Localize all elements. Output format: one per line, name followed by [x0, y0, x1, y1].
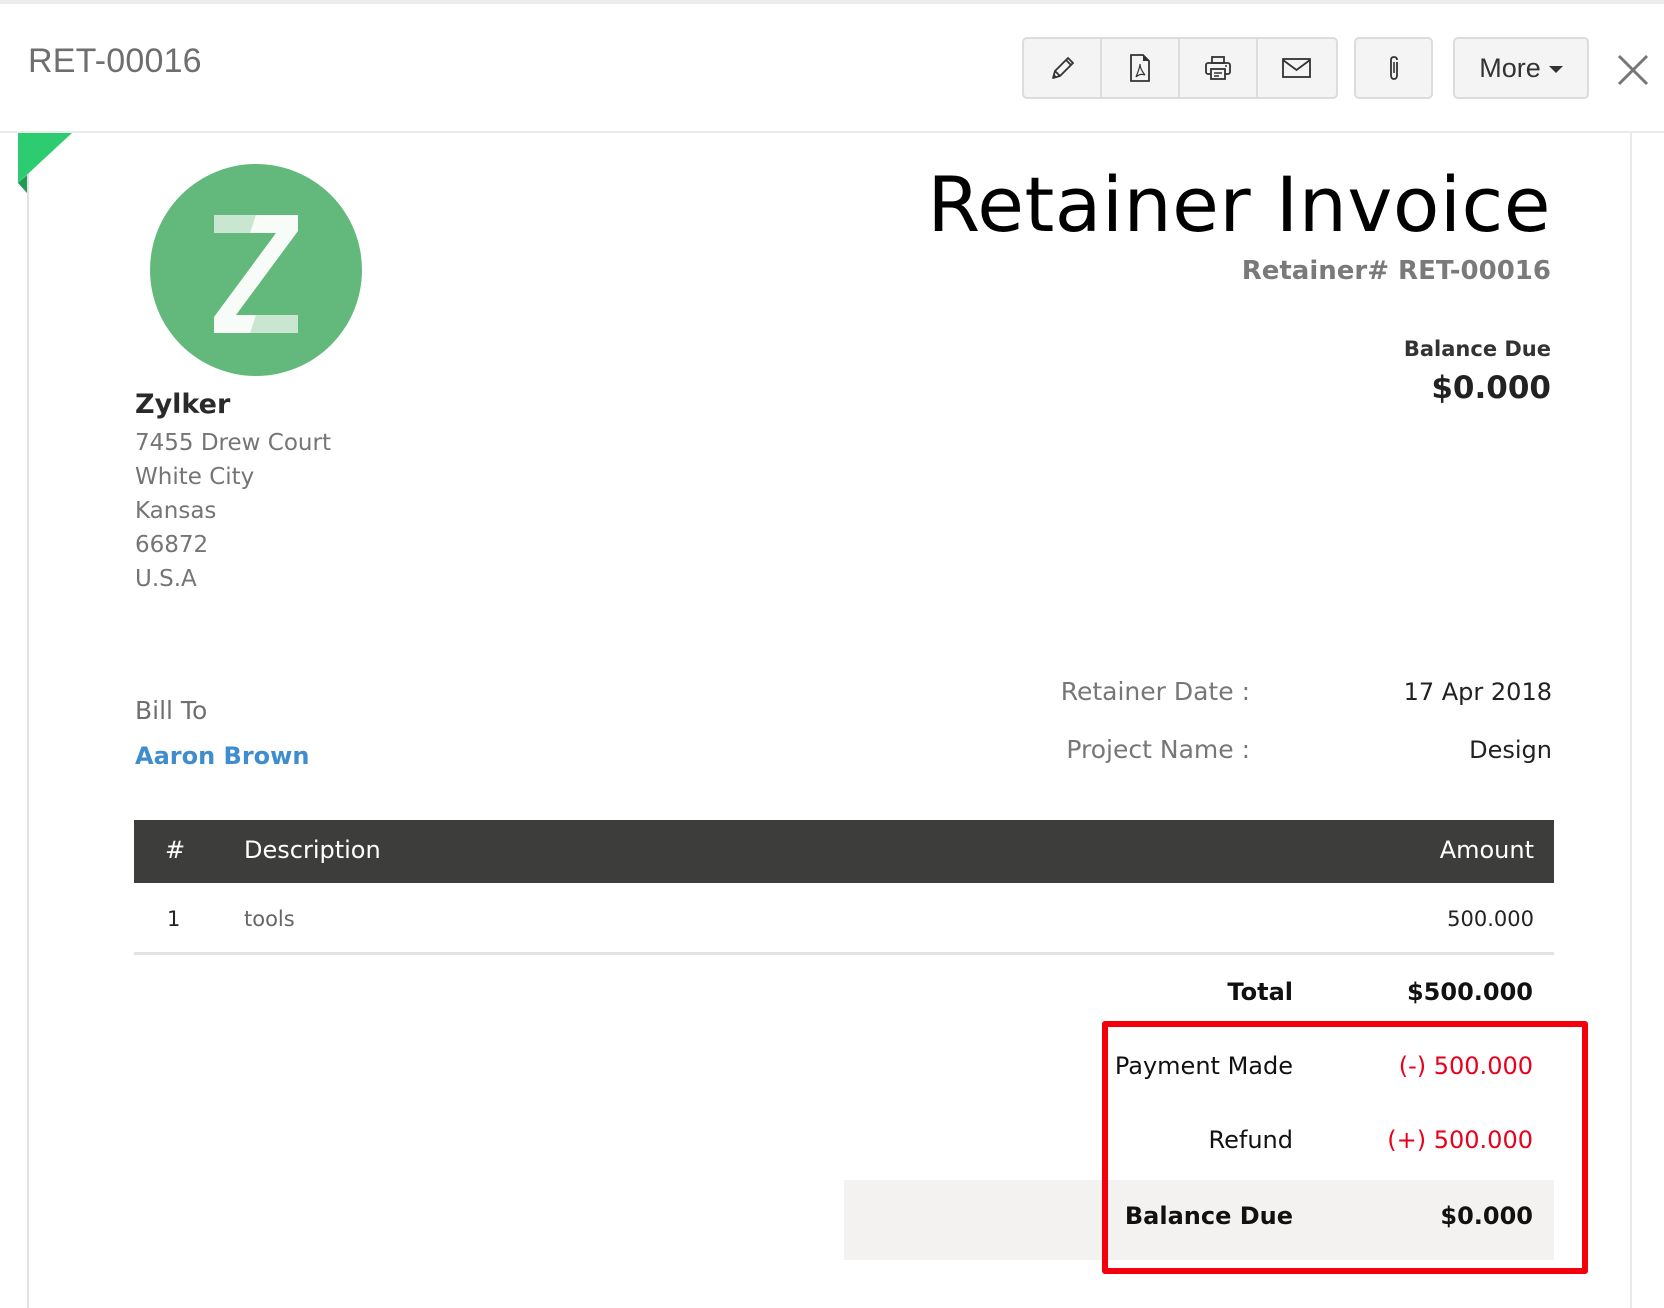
close-icon [1617, 54, 1649, 86]
email-button[interactable] [1258, 39, 1336, 97]
more-label: More [1479, 52, 1541, 83]
print-button[interactable] [1180, 39, 1258, 97]
edit-button[interactable] [1024, 39, 1102, 97]
retainer-date-label: Retainer Date : [1060, 677, 1250, 706]
balance-due-amount: $0.000 [1431, 370, 1551, 406]
caret-down-icon [1548, 66, 1563, 73]
pencil-icon [1052, 57, 1074, 79]
company-address-line: U.S.A [135, 566, 197, 592]
printer-icon [1205, 56, 1231, 80]
company-address-line: White City [135, 464, 255, 490]
company-address-line: Kansas [135, 498, 217, 524]
attach-button[interactable] [1354, 37, 1433, 99]
bill-to-label: Bill To [135, 696, 208, 725]
retainer-date-value: 17 Apr 2018 [1403, 678, 1552, 706]
more-dropdown-button[interactable]: More [1453, 37, 1589, 99]
pdf-file-icon [1130, 54, 1150, 82]
client-name-link[interactable]: Aaron Brown [135, 742, 309, 770]
project-name-value: Design [1469, 736, 1552, 764]
total-value: $500.000 [1406, 978, 1533, 1006]
envelope-icon [1282, 58, 1311, 78]
table-row: 1 tools 500.000 [134, 884, 1554, 955]
company-address-line: 66872 [135, 532, 209, 558]
company-logo [150, 164, 362, 376]
column-header-description: Description [244, 836, 381, 864]
column-header-number: # [165, 836, 186, 864]
row-description: tools [244, 907, 295, 931]
close-button[interactable] [1615, 52, 1651, 88]
row-number: 1 [167, 907, 181, 931]
page-header: RET-00016 More [0, 4, 1664, 133]
column-header-amount: Amount [1439, 836, 1534, 864]
pdf-button[interactable] [1102, 39, 1180, 97]
company-name: Zylker [135, 389, 231, 420]
project-name-label: Project Name : [1066, 735, 1250, 764]
balance-due-label: Balance Due [1403, 337, 1551, 361]
document-id-title: RET-00016 [28, 42, 202, 80]
status-ribbon [18, 133, 72, 193]
document-title: Retainer Invoice [927, 160, 1551, 249]
items-table-header: # Description Amount [134, 820, 1554, 883]
total-label: Total [1227, 978, 1293, 1006]
company-address-line: 7455 Drew Court [135, 430, 331, 456]
action-button-group [1022, 37, 1338, 99]
retainer-number: Retainer# RET-00016 [1241, 256, 1551, 286]
paperclip-icon [1389, 56, 1398, 80]
zylker-z-logo-icon [214, 215, 298, 333]
highlight-box [1102, 1021, 1588, 1274]
row-amount: 500.000 [1447, 907, 1534, 931]
